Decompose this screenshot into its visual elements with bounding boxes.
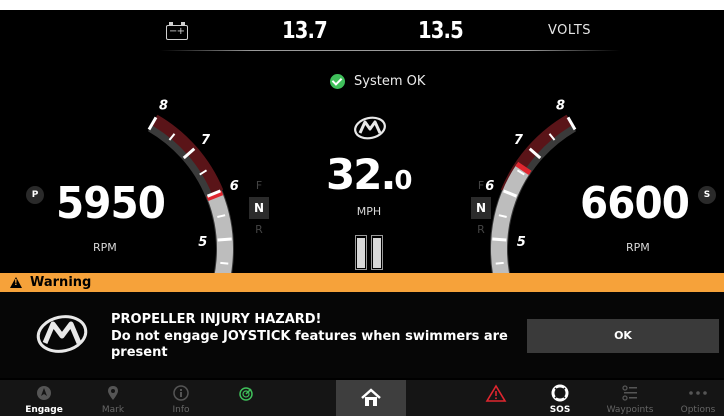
port-tachometer: 012345678 [0,44,300,294]
alert-triangle-icon [485,384,507,402]
nav-info-label: Info [172,405,190,415]
port-rpm-value: 5950 [56,178,166,229]
port-tach-label: 5 [198,235,207,250]
port-tach-tick [217,237,232,242]
port-tach-label: 7 [201,133,211,148]
home-icon [361,388,381,406]
map-pin-icon [108,386,118,400]
warning-triangle-icon [10,277,22,288]
speed-readout: 32.0 [326,150,413,199]
info-icon [173,385,189,401]
starboard-tachometer: 012345678 [424,44,724,294]
port-voltage: 13.7 [282,18,328,44]
starboard-voltage: 13.5 [418,18,464,44]
check-circle-icon [330,73,345,89]
starboard-tach-minor-tick [495,261,504,265]
helm-display: −+ 13.7 13.5 VOLTS 012345678 012345678 P… [0,10,724,416]
starboard-rpm-label: RPM [626,241,650,254]
nav-sos-label: SOS [549,405,571,415]
starboard-tach-label: 5 [517,235,526,250]
system-status-text: System OK [354,73,426,89]
starboard-tach-label: 8 [556,98,565,113]
port-throttle-bar [355,235,367,270]
warning-message: Do not engage JOYSTICK features when swi… [111,329,508,360]
battery-icon: − + [166,22,188,40]
warning-panel: PROPELLER INJURY HAZARD! Do not engage J… [0,292,724,378]
nav-mark-label: Mark [101,405,125,415]
starboard-side-badge: S [698,186,716,204]
port-tach-label: 6 [230,179,239,194]
more-icon [689,391,707,395]
warning-title: PROPELLER INJURY HAZARD! [111,312,322,327]
radar-icon [239,387,253,401]
nav-options[interactable]: Options [662,380,724,416]
port-rpm-label: RPM [93,241,117,254]
nav-info[interactable]: Info [145,380,217,416]
starboard-gear-n: N [471,197,491,219]
port-tach-arc: 012345678 [147,98,239,294]
nav-mark[interactable]: Mark [77,380,149,416]
starboard-tach-label: 7 [514,133,524,148]
port-tach-label: 8 [159,98,168,113]
compass-icon [37,386,51,400]
port-gear-r: R [255,223,263,236]
port-side-badge: P [26,186,44,204]
nav-waypoints[interactable]: Waypoints [594,380,666,416]
lifebuoy-icon [551,384,569,402]
port-gear-f: F [255,179,263,192]
nav-alerts[interactable] [460,380,532,416]
starboard-gear-f: F [477,179,485,192]
speed-decimal: 0 [394,166,413,196]
nav-radar[interactable] [210,380,282,416]
warning-label: Warning [30,275,92,290]
port-gear-n: N [249,197,269,219]
speed-whole: 32. [326,150,396,199]
waypoints-icon [622,385,637,401]
starboard-rpm-value: 6600 [580,178,690,229]
warning-header: Warning [0,273,724,292]
starboard-gear-r: R [477,223,485,236]
mercury-m-logo-icon [36,315,88,353]
port-tach-minor-tick [220,261,229,265]
throttle-indicator [355,235,385,270]
starboard-throttle-bar [371,235,383,270]
port-gear-indicator: F N R [249,175,269,255]
starboard-gear-indicator: F N R [471,175,491,255]
nav-waypoints-label: Waypoints [606,405,654,415]
nav-options-label: Options [680,405,716,415]
starboard-tach-arc: 012345678 [485,98,577,294]
ok-button[interactable]: OK [527,319,719,353]
speed-unit: MPH [356,205,382,218]
nav-home[interactable] [336,380,406,416]
mercury-m-logo-icon [354,116,386,140]
nav-engage-label: Engage [25,405,63,415]
voltage-units: VOLTS [548,23,592,38]
nav-engage[interactable]: Engage [8,380,80,416]
nav-sos[interactable]: SOS [524,380,596,416]
system-status: System OK [330,71,425,91]
starboard-tach-tick [492,237,507,242]
